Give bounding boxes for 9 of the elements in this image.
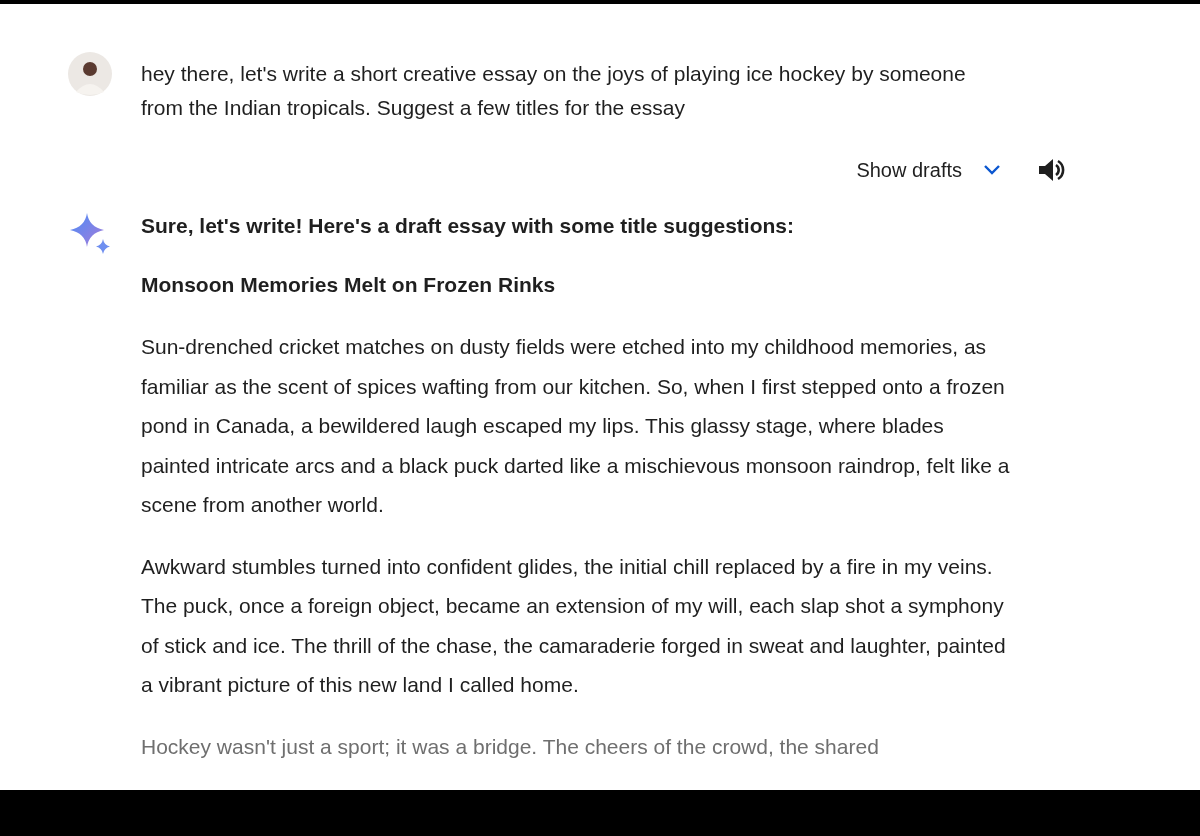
- avatar-icon: [68, 52, 112, 96]
- show-drafts-button[interactable]: Show drafts: [856, 158, 1004, 182]
- response-heading: Sure, let's write! Here's a draft essay with some title suggestions:: [141, 213, 796, 239]
- user-message: hey there, let's write a short creative essay on the joys of playing ice hockey by someone from the Indian tropicals. Suggest a few titles for the essay: [141, 61, 967, 121]
- essay-paragraph: Hockey wasn't just a sport; it was a bridge. The cheers of the crowd, the shared: [141, 733, 880, 760]
- sparkle-icon: [70, 213, 111, 254]
- essay-paragraph: Sun-drenched cricket matches on dusty fields were etched into my childhood memories, as familiar as the scent of spices wafting from our kitchen. So, when I first stepped onto a frozen pond in Canada, a bewildered laugh escaped my lips. This glassy stage, where blades painted intricate arcs and a black puck darted like a mischievous monsoon raindrop, felt like a scene from another world.: [141, 334, 1011, 518]
- essay-paragraph: Awkward stumbles turned into confident glides, the initial chill replaced by a fire in my veins. The puck, once a foreign object, became an extension of my will, each slap shot a symphony of stick and ice. The thrill of the chase, the camaraderie forged in sweat and laughter, painted a vibrant picture of this new land I called home.: [141, 553, 1007, 698]
- essay-title: Monsoon Memories Melt on Frozen Rinks: [141, 272, 557, 298]
